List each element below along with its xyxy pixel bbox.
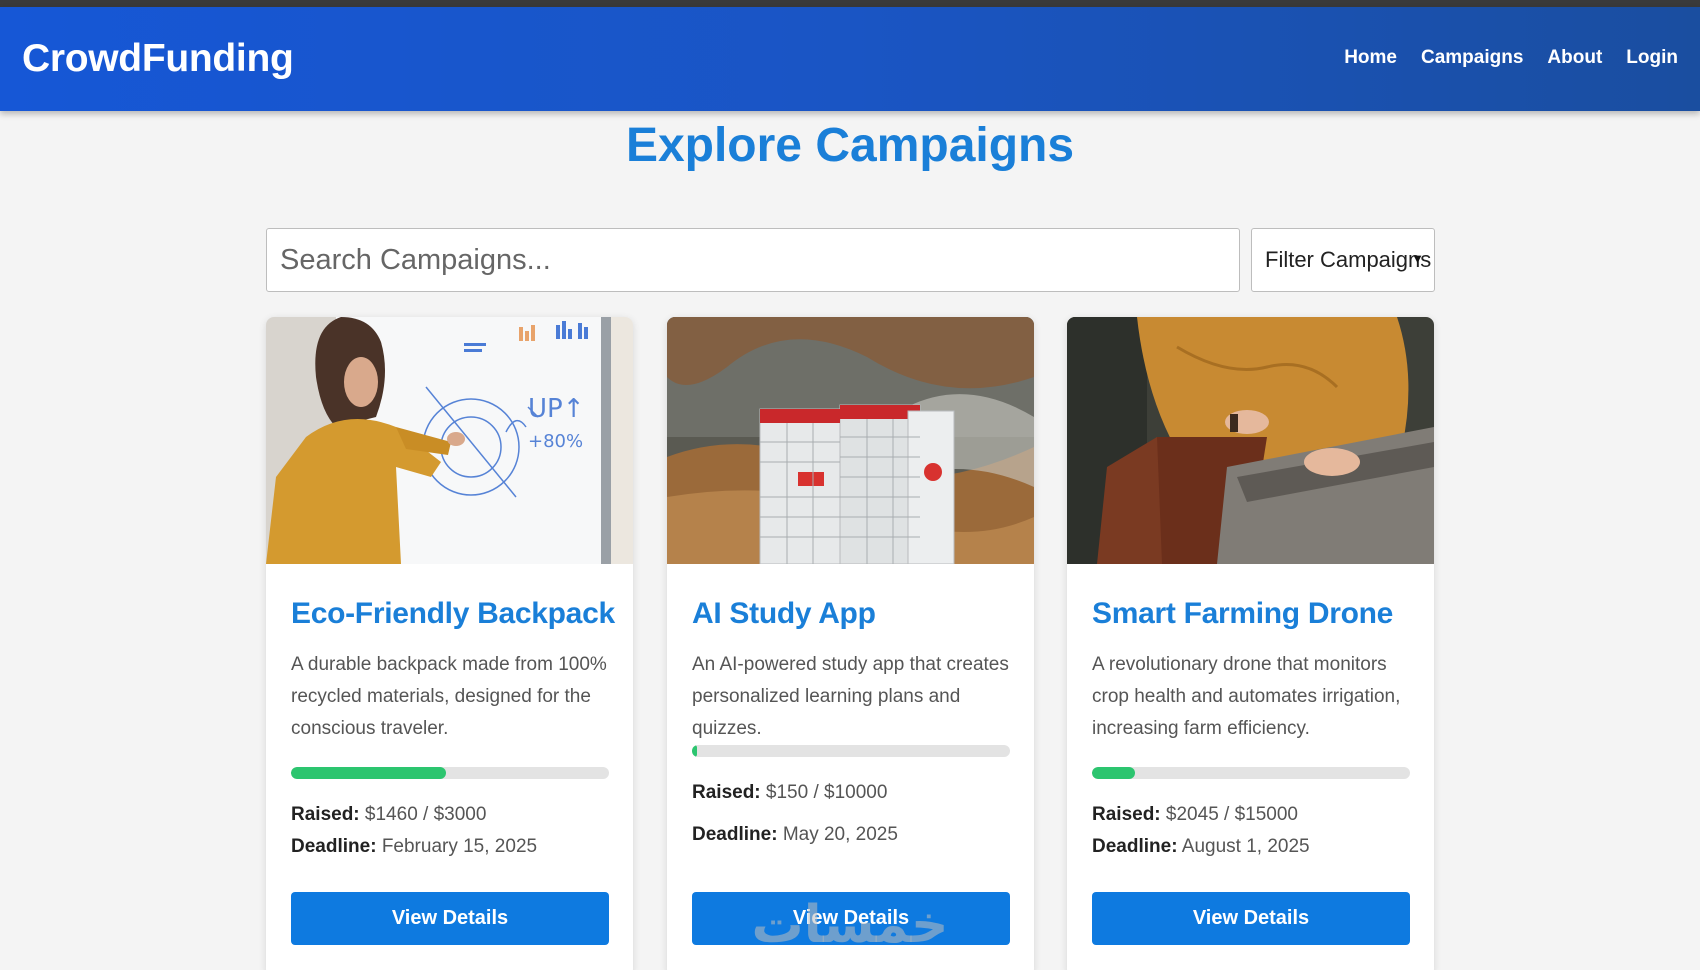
- raised-value: $150 / $10000: [765, 782, 888, 803]
- search-input[interactable]: [266, 228, 1240, 292]
- view-details-button[interactable]: View Details: [692, 892, 1010, 945]
- campaign-title: AI Study App: [692, 597, 876, 630]
- funding-progress-fill: [291, 767, 446, 779]
- raised-amount: Raised: $1460 / $3000: [291, 804, 486, 826]
- raised-label: Raised:: [1092, 804, 1161, 825]
- view-details-button[interactable]: View Details: [291, 892, 609, 945]
- deadline-label: Deadline:: [291, 836, 377, 857]
- site-header: CrowdFunding Home Campaigns About Login: [0, 7, 1700, 111]
- nav-about-link[interactable]: About: [1547, 47, 1602, 69]
- funding-progress-bar: [291, 767, 609, 779]
- chevron-down-icon: ▼: [1411, 251, 1424, 266]
- campaign-description: An AI-powered study app that creates per…: [692, 654, 1009, 739]
- campaign-image: [1067, 317, 1434, 564]
- view-details-button[interactable]: View Details: [1092, 892, 1410, 945]
- raised-label: Raised:: [291, 804, 360, 825]
- svg-text:UP↑: UP↑: [528, 394, 585, 424]
- window-top-strip: [0, 0, 1700, 7]
- raised-label: Raised:: [692, 782, 761, 803]
- raised-value: $1460 / $3000: [364, 804, 487, 825]
- campaign-description: A durable backpack made from 100% recycl…: [291, 654, 607, 739]
- deadline: Deadline: May 20, 2025: [692, 824, 898, 846]
- campaign-description: A revolutionary drone that monitors crop…: [1092, 654, 1401, 739]
- raised-amount: Raised: $2045 / $15000: [1092, 804, 1298, 826]
- funding-progress-bar: [1092, 767, 1410, 779]
- campaign-image: [667, 317, 1034, 564]
- filter-select[interactable]: Filter Campaigns ▼: [1251, 228, 1435, 292]
- brand-logo[interactable]: CrowdFunding: [22, 37, 294, 81]
- filter-selected-value: Filter Campaigns: [1265, 247, 1432, 272]
- deadline-value: February 15, 2025: [381, 836, 538, 857]
- campaign-image: UP↑ +80%: [266, 317, 633, 564]
- campaign-title: Smart Farming Drone: [1092, 597, 1394, 630]
- deadline-value: May 20, 2025: [782, 824, 898, 845]
- campaign-title: Eco-Friendly Backpack: [291, 597, 615, 630]
- raised-amount: Raised: $150 / $10000: [692, 782, 887, 804]
- nav-login-link[interactable]: Login: [1626, 47, 1678, 69]
- deadline-label: Deadline:: [692, 824, 778, 845]
- campaign-card: AI Study App An AI-powered study app tha…: [667, 317, 1034, 970]
- deadline: Deadline: August 1, 2025: [1092, 836, 1310, 858]
- deadline-value: August 1, 2025: [1181, 836, 1310, 857]
- campaign-card: UP↑ +80% Eco-Friendly Backpack A durable…: [266, 317, 633, 970]
- deadline: Deadline: February 15, 2025: [291, 836, 537, 858]
- funding-progress-bar: [692, 745, 1010, 757]
- funding-progress-fill: [1092, 767, 1136, 779]
- nav-home-link[interactable]: Home: [1344, 47, 1397, 69]
- main-nav: Home Campaigns About Login: [1344, 47, 1678, 69]
- page-title: Explore Campaigns: [625, 119, 1075, 172]
- svg-text:+80%: +80%: [528, 431, 583, 452]
- raised-value: $2045 / $15000: [1165, 804, 1298, 825]
- campaign-card: Smart Farming Drone A revolutionary dron…: [1067, 317, 1434, 970]
- deadline-label: Deadline:: [1092, 836, 1178, 857]
- funding-progress-fill: [692, 745, 697, 757]
- nav-campaigns-link[interactable]: Campaigns: [1421, 47, 1523, 69]
